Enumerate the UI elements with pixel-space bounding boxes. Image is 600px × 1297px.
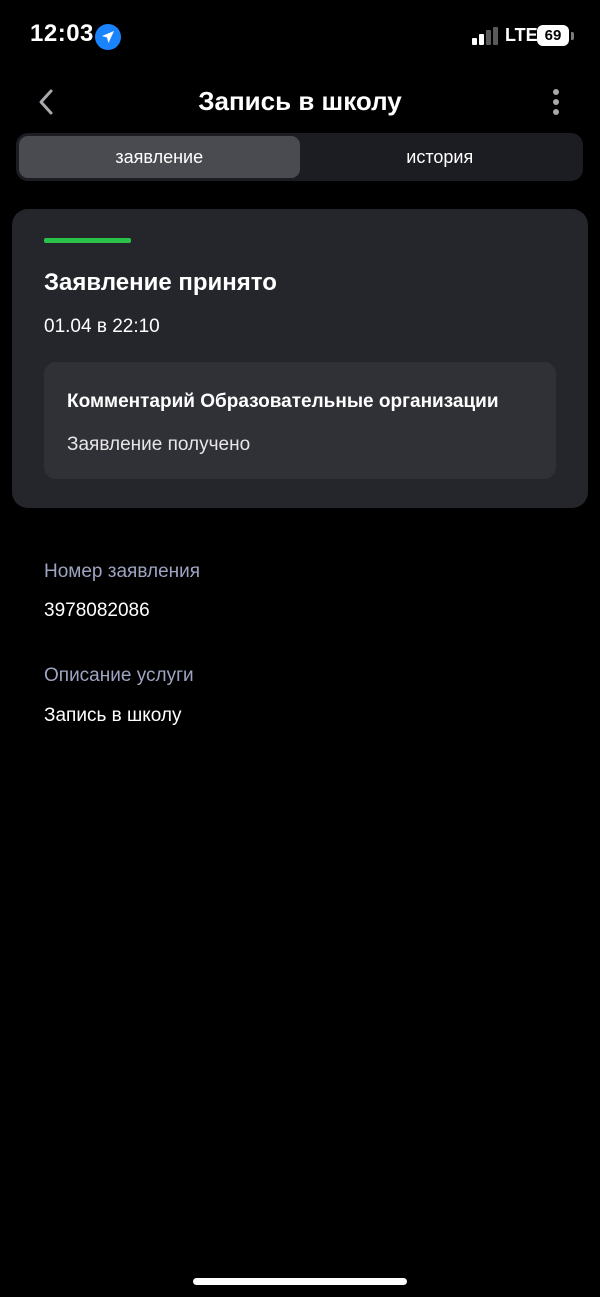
comment-box: Комментарий Образовательные организации … bbox=[44, 362, 556, 479]
service-description-label: Описание услуги bbox=[44, 665, 194, 686]
application-number-label: Номер заявления bbox=[44, 561, 201, 582]
page-title: Запись в школу bbox=[198, 86, 402, 116]
battery-icon: 69 bbox=[537, 25, 569, 46]
more-button[interactable] bbox=[540, 82, 572, 122]
network-label: LTE bbox=[505, 25, 538, 45]
battery-level: 69 bbox=[544, 27, 562, 44]
header: Запись в школу bbox=[0, 78, 600, 124]
comment-text: Заявление получено bbox=[67, 434, 251, 455]
status-time: 12:03 bbox=[30, 20, 94, 47]
status-bar: 12:03 LTE 69 bbox=[0, 0, 600, 72]
screen: 12:03 LTE 69 Запись в школу заявление ис… bbox=[0, 0, 600, 1297]
service-description-value: Запись в школу bbox=[44, 705, 182, 726]
tab-history[interactable]: история bbox=[300, 136, 581, 178]
battery-tip bbox=[571, 32, 574, 40]
tab-application[interactable]: заявление bbox=[19, 136, 300, 178]
status-card: Заявление принято 01.04 в 22:10 Коммента… bbox=[12, 209, 588, 508]
application-number-value: 3978082086 bbox=[44, 600, 150, 621]
signal-icon bbox=[472, 27, 498, 45]
more-vertical-icon bbox=[553, 89, 559, 115]
status-date: 01.04 в 22:10 bbox=[44, 316, 160, 337]
home-indicator[interactable] bbox=[193, 1278, 407, 1285]
comment-title: Комментарий Образовательные организации bbox=[67, 391, 499, 412]
status-title: Заявление принято bbox=[44, 269, 277, 296]
location-arrow-icon bbox=[95, 24, 121, 50]
status-progress-bar bbox=[44, 238, 131, 243]
segmented-tabs: заявление история bbox=[16, 133, 583, 181]
